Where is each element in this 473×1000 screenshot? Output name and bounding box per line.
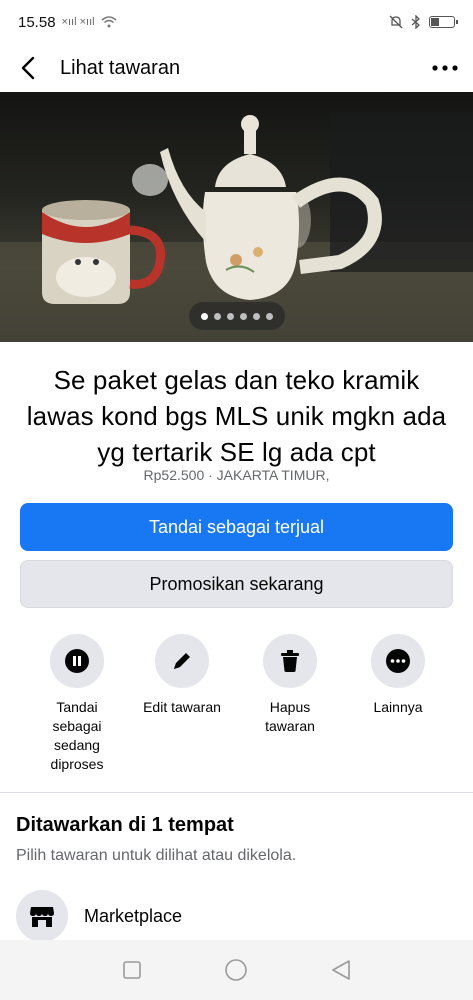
app-header: Lihat tawaran xyxy=(0,44,473,92)
page-dot xyxy=(266,312,273,320)
page-dot xyxy=(253,312,260,320)
marketplace-label: Marketplace xyxy=(84,905,183,926)
pause-icon xyxy=(65,649,89,673)
home-button[interactable] xyxy=(216,950,256,990)
status-time: 15.58 xyxy=(18,13,56,31)
status-bar: 15.58 ×ııl ×ııl xyxy=(0,0,473,44)
page-dot xyxy=(214,312,221,320)
back-triangle-icon xyxy=(332,960,350,980)
delete-listing-button[interactable] xyxy=(263,634,317,688)
mark-pending-label: Tandai sebagai sedang diproses xyxy=(50,699,104,772)
bluetooth-icon xyxy=(411,15,420,29)
status-right xyxy=(389,15,458,29)
system-nav-bar xyxy=(0,940,473,1000)
section-divider xyxy=(0,792,473,793)
page-dot xyxy=(240,312,247,320)
listing-title: Se paket gelas dan teko kramik lawas kon… xyxy=(26,365,447,467)
offered-section-title: Ditawarkan di 1 tempat xyxy=(16,814,234,836)
mark-pending-button[interactable] xyxy=(50,634,104,688)
page-dot xyxy=(201,312,208,320)
signal-icon: ×ııl ×ııl xyxy=(61,16,95,28)
marketplace-shop-icon xyxy=(30,907,54,927)
mute-icon xyxy=(389,15,403,29)
delete-listing-label: Hapus tawaran xyxy=(265,699,315,734)
marketplace-icon-wrap xyxy=(16,890,68,942)
more-label: Lainnya xyxy=(373,699,423,715)
mark-as-sold-button[interactable]: Tandai sebagai terjual xyxy=(20,503,453,551)
trash-icon xyxy=(281,650,299,672)
recent-apps-button[interactable] xyxy=(112,950,152,990)
battery-icon xyxy=(429,16,458,28)
listing-actions: Tandai sebagai sedang diproses Edit tawa… xyxy=(0,634,473,784)
photo-page-indicator[interactable] xyxy=(189,302,285,330)
home-icon xyxy=(225,959,248,981)
more-dots-icon xyxy=(432,65,458,71)
status-left: 15.58 ×ııl ×ııl xyxy=(18,14,117,31)
more-options-button[interactable] xyxy=(417,44,473,92)
back-button[interactable] xyxy=(0,44,56,92)
recent-apps-icon xyxy=(123,961,141,979)
offered-section-subtitle: Pilih tawaran untuk dilihat atau dikelol… xyxy=(16,847,297,864)
marketplace-row[interactable]: Marketplace xyxy=(16,890,457,942)
system-back-button[interactable] xyxy=(321,950,361,990)
edit-listing-label: Edit tawaran xyxy=(143,699,221,715)
pencil-icon xyxy=(174,653,190,669)
listing-price-location: Rp52.500 · JAKARTA TIMUR, xyxy=(143,467,330,483)
more-dots-icon xyxy=(386,649,410,673)
chevron-left-icon xyxy=(21,56,35,80)
more-button[interactable] xyxy=(371,634,425,688)
page-dot xyxy=(227,312,234,320)
edit-listing-button[interactable] xyxy=(155,634,209,688)
edit-listing-action[interactable]: Edit tawaran xyxy=(132,634,232,717)
promote-now-button[interactable]: Promosikan sekarang xyxy=(20,560,453,608)
page-title: Lihat tawaran xyxy=(60,56,181,79)
delete-listing-action[interactable]: Hapus tawaran xyxy=(240,634,340,736)
more-action[interactable]: Lainnya xyxy=(348,634,448,717)
mark-pending-action[interactable]: Tandai sebagai sedang diproses xyxy=(27,634,127,774)
wifi-icon xyxy=(101,16,117,28)
